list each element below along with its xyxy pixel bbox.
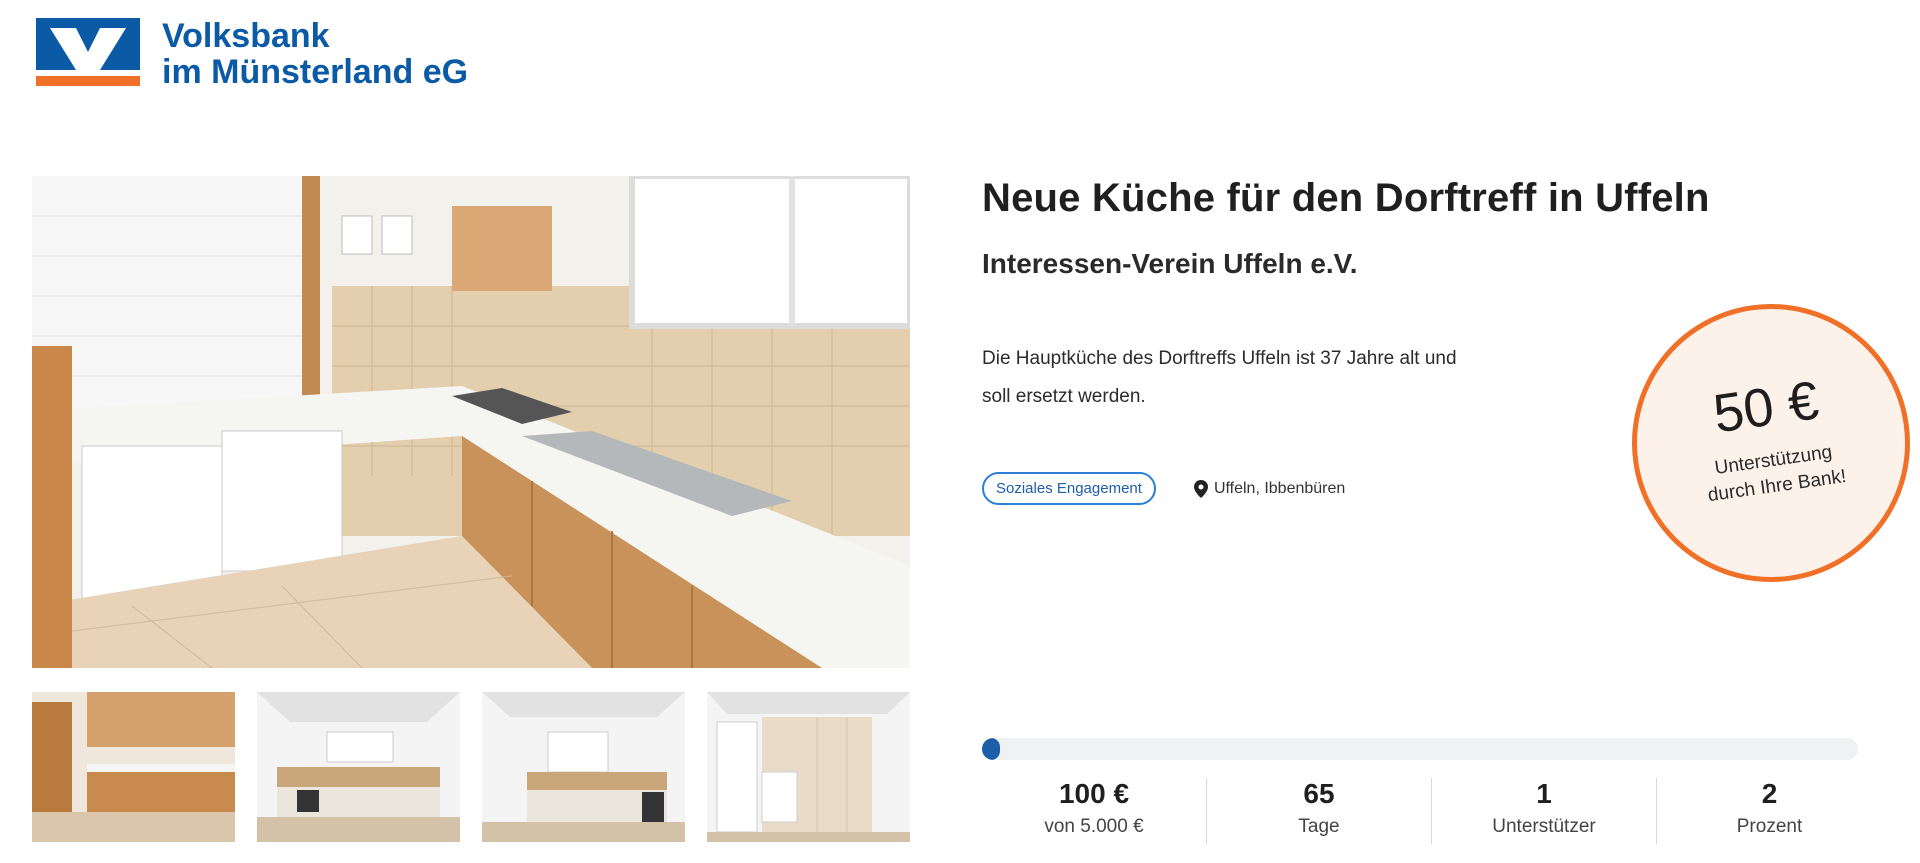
funding-progress-fill xyxy=(982,738,1000,760)
support-badge: 50 € Unterstützung durch Ihre Bank! xyxy=(1614,286,1920,600)
description-line1: Die Hauptküche des Dorftreffs Uffeln ist… xyxy=(982,348,1457,369)
map-pin-icon xyxy=(1193,479,1208,498)
stat-days-value: 65 xyxy=(1303,778,1335,809)
stat-raised-value: 100 € xyxy=(1058,778,1130,809)
bank-name-line1: Volksbank xyxy=(162,17,330,55)
bank-name-line2: im Münsterland eG xyxy=(162,53,469,91)
funding-progress-bar xyxy=(982,738,1858,760)
bank-logo[interactable]: Volksbank im Münsterland eG xyxy=(36,18,468,90)
main-project-image[interactable] xyxy=(32,176,910,668)
stat-percent-value: 2 xyxy=(1761,778,1778,809)
thumbnail-gallery xyxy=(32,692,910,842)
badge-label: Unterstützung durch Ihre Bank! xyxy=(1703,438,1848,509)
funding-stats: 100 € von 5.000 € 65 Tage 1 Unterstützer… xyxy=(982,778,1882,844)
project-title: Neue Küche für den Dorftreff in Uffeln xyxy=(982,176,1710,220)
stat-raised: 100 € von 5.000 € xyxy=(982,778,1207,844)
badge-amount: 50 € xyxy=(1709,370,1823,445)
bank-name: Volksbank im Münsterland eG xyxy=(162,18,468,90)
thumbnail-3[interactable] xyxy=(482,692,685,842)
description-line2: soll ersetzt werden. xyxy=(982,386,1146,407)
stat-days: 65 Tage xyxy=(1207,778,1432,844)
stat-raised-label: von 5.000 € xyxy=(1044,816,1144,837)
location-text: Uffeln, Ibbenbüren xyxy=(1213,479,1346,497)
project-organization: Interessen-Verein Uffeln e.V. xyxy=(982,248,1358,279)
thumbnail-4[interactable] xyxy=(707,692,910,842)
category-tag[interactable]: Soziales Engagement xyxy=(982,472,1156,505)
stat-supporters-label: Unterstützer xyxy=(1492,816,1596,837)
stat-percent-label: Prozent xyxy=(1736,816,1803,837)
thumbnail-2[interactable] xyxy=(257,692,460,842)
stat-days-label: Tage xyxy=(1298,816,1340,837)
stat-supporters-value: 1 xyxy=(1536,778,1552,809)
thumbnail-1[interactable] xyxy=(32,692,235,842)
project-description: Die Hauptküche des Dorftreffs Uffeln ist… xyxy=(982,340,1582,416)
stat-supporters: 1 Unterstützer xyxy=(1432,778,1657,844)
stat-percent: 2 Prozent xyxy=(1657,778,1882,844)
volksbank-logo-icon xyxy=(36,18,140,88)
project-meta: Soziales Engagement Uffeln, Ibbenbüren xyxy=(982,472,1345,505)
project-location: Uffeln, Ibbenbüren xyxy=(1193,479,1346,498)
